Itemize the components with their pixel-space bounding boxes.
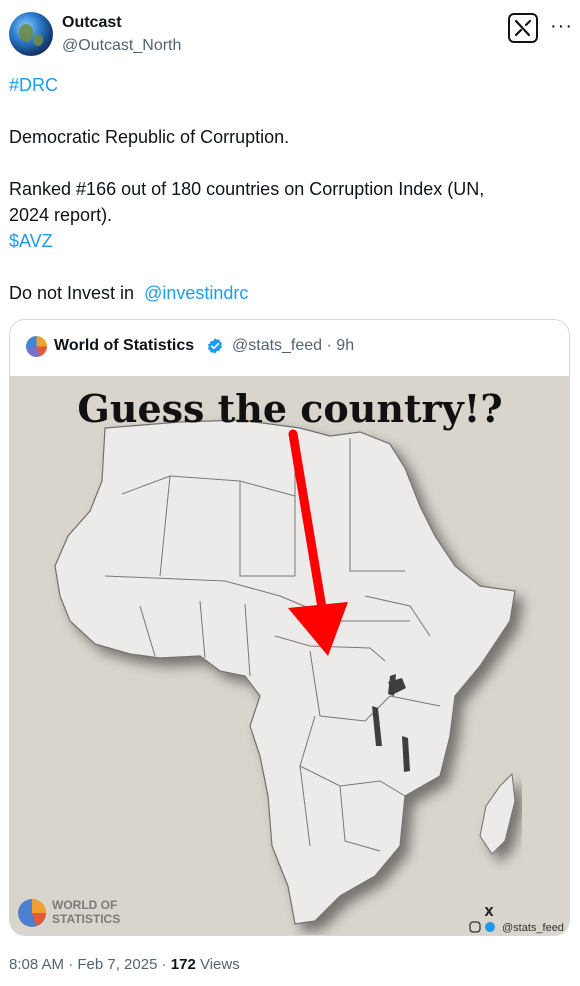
grok-icon[interactable] <box>508 13 538 43</box>
watermark-handle: @stats_feed <box>502 922 564 934</box>
post-text-line: 2024 report). <box>9 205 113 225</box>
quoted-handle-time: @stats_feed · 9h <box>232 337 355 354</box>
globe-land <box>33 34 43 46</box>
author-handle[interactable]: @Outcast_North <box>62 37 181 55</box>
post-text-line: Democratic Republic of Corruption. <box>9 127 290 147</box>
quoted-avatar[interactable] <box>26 336 47 357</box>
author-name[interactable]: Outcast <box>62 14 122 32</box>
mention-link[interactable]: @investindrc <box>144 283 248 303</box>
author-avatar[interactable] <box>9 12 53 56</box>
verified-badge-icon <box>208 338 222 354</box>
instagram-icon <box>469 921 481 933</box>
africa-map <box>54 419 516 925</box>
madagascar <box>479 772 516 855</box>
post-text-line: Do not Invest in @investindrc <box>9 280 248 306</box>
more-icon[interactable]: ··· <box>550 16 573 36</box>
quoted-author-name[interactable]: World of Statistics <box>54 337 194 355</box>
post-text: Do not Invest in <box>9 283 135 303</box>
globe-land <box>19 24 33 42</box>
quoted-image[interactable]: Guess the country!? WORLD OF STATISTICS … <box>10 376 569 935</box>
hashtag-link[interactable]: #DRC <box>9 72 58 98</box>
post-timestamp[interactable]: 8:08 AM · Feb 7, 2025 · <box>9 956 171 973</box>
logo-text: STATISTICS <box>52 912 120 926</box>
cashtag-link[interactable]: $AVZ <box>9 228 53 254</box>
views-count: 172 <box>170 956 196 973</box>
post-meta: 8:08 AM · Feb 7, 2025 · 172 Views <box>9 956 240 973</box>
x-logo-icon: X <box>484 905 494 919</box>
post-text-line: Ranked #166 out of 180 countries on Corr… <box>9 179 485 199</box>
logo-text: WORLD OF <box>52 898 117 912</box>
twitter-icon <box>485 922 495 932</box>
quoted-post[interactable]: World of Statistics @stats_feed · 9h Gue… <box>9 319 570 936</box>
image-title: Guess the country!? <box>77 386 502 431</box>
views-label: Views <box>195 956 240 973</box>
